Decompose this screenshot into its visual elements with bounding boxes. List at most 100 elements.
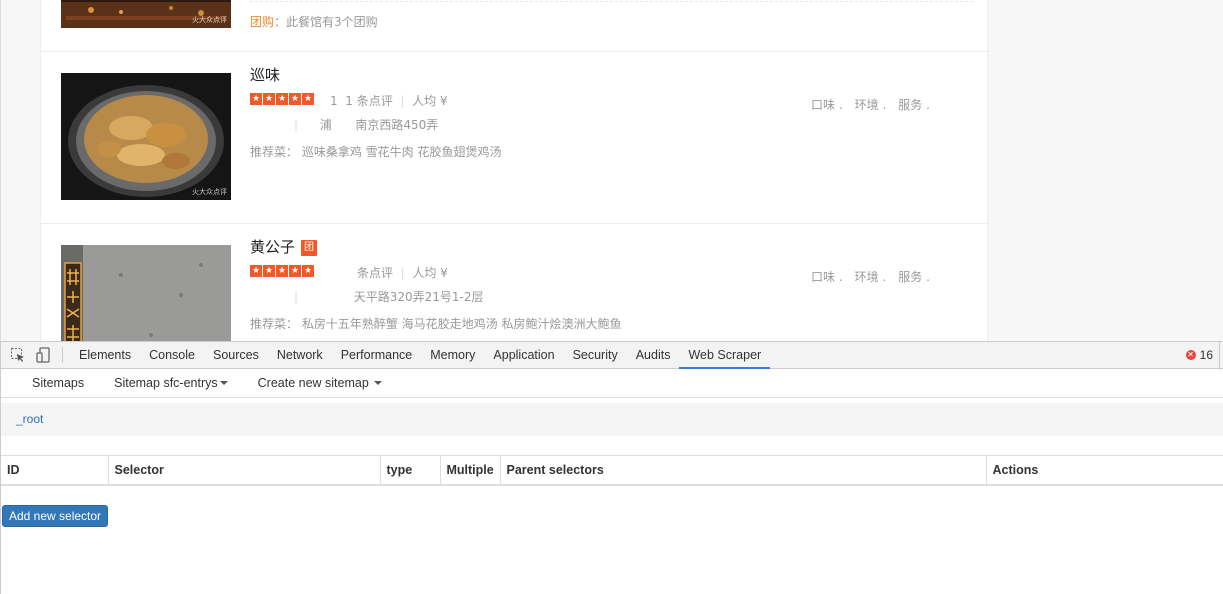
review-prefix: 1 <box>330 94 338 108</box>
review-info: 1 1 条点评 | 人均 ¥ <box>330 92 448 109</box>
score-breakdown: 口味 . 环境 . 服务 . <box>811 96 930 113</box>
recommended-dishes: 推荐菜： 私房十五年熟醉蟹 海马花胶走地鸡汤 私房鲍汁烩澳洲大鲍鱼 <box>250 315 621 332</box>
district[interactable]: 浦 <box>320 118 332 132</box>
scraper-nav: Sitemaps Sitemap sfc-entrys Create new s… <box>1 369 1223 398</box>
chevron-down-icon <box>219 381 228 385</box>
separator: | <box>396 94 409 108</box>
shop-item: ⽕大众点评 团购：此餐馆有3个团购 <box>41 0 989 52</box>
device-toggle-icon[interactable] <box>36 347 52 363</box>
score-service: 服务 . <box>898 98 930 112</box>
avg-price: 人均 ¥ <box>412 266 448 280</box>
watermark: ⽕大众点评 <box>192 16 227 24</box>
shop-thumbnail[interactable]: ⽕大众点评 <box>61 0 231 28</box>
group-buy-text: ：此餐馆有3个团购 <box>274 15 378 29</box>
nav-sitemap-dropdown[interactable]: Sitemap sfc-entrys <box>114 376 228 390</box>
review-info: 条点评 | 人均 ¥ <box>357 264 448 281</box>
watermark: ⽕大众点评 <box>192 188 227 196</box>
score-taste: 口味 . <box>811 98 843 112</box>
shop-item: 黄公子团 ★ ★ ★ ★ ★ 条点评 | 人均 ¥ | 天平路320弄21号1-2层 推… <box>41 224 989 341</box>
star-rating: ★ ★ ★ ★ ★ <box>250 93 314 105</box>
error-counter[interactable]: ✕ 16 <box>1185 342 1221 370</box>
shop-thumbnail[interactable] <box>61 245 231 341</box>
separator: | <box>396 266 409 280</box>
shop-item: ⽕大众点评 巡味 ★ ★ ★ ★ ★ 1 1 条点评 | 人均 ¥ | 浦 南京西路45… <box>41 52 989 224</box>
score-env: 环境 . <box>854 98 887 112</box>
divider <box>250 1 973 2</box>
tab-performance[interactable]: Performance <box>332 342 422 369</box>
star-icon: ★ <box>276 93 288 105</box>
error-count: 16 <box>1199 348 1213 362</box>
address: 天平路320弄21号1-2层 <box>353 290 484 304</box>
col-parent-selectors: Parent selectors <box>499 455 986 486</box>
group-buy-label[interactable]: 团购 <box>250 15 274 29</box>
tab-console[interactable]: Console <box>140 342 204 369</box>
col-actions: Actions <box>985 455 1223 486</box>
shop-photo <box>61 73 231 200</box>
score-taste: 口味 . <box>811 270 843 284</box>
col-selector: Selector <box>107 455 380 486</box>
table-header-row: ID Selector type Multiple Parent selecto… <box>1 455 1223 486</box>
tab-elements[interactable]: Elements <box>70 342 140 369</box>
separator: | <box>294 290 299 304</box>
nav-create-label: Create new sitemap <box>257 376 369 390</box>
star-icon: ★ <box>302 265 314 277</box>
col-type: type <box>379 455 440 486</box>
shop-name-text: 黄公子 <box>250 238 296 256</box>
devtools-panel: Elements Console Sources Network Perform… <box>0 341 1223 594</box>
star-icon: ★ <box>263 265 275 277</box>
tab-network[interactable]: Network <box>268 342 332 369</box>
breadcrumb: _root <box>1 403 1223 436</box>
shop-name-text: 巡味 <box>250 66 281 84</box>
tab-memory[interactable]: Memory <box>421 342 484 369</box>
address-info: | 天平路320弄21号1-2层 <box>294 288 483 305</box>
separator: | <box>294 118 299 132</box>
shop-name[interactable]: 黄公子团 <box>250 236 318 257</box>
star-icon: ★ <box>302 93 314 105</box>
breadcrumb-root[interactable]: _root <box>16 412 43 426</box>
tab-sources[interactable]: Sources <box>204 342 268 369</box>
rec-dishes[interactable]: 巡味桑拿鸡 雪花牛肉 花胶鱼翅煲鸡汤 <box>302 145 502 159</box>
star-icon: ★ <box>250 265 262 277</box>
inspect-cursor-icon[interactable] <box>10 347 26 363</box>
avg-price: 人均 ¥ <box>412 94 448 108</box>
group-buy-badge[interactable]: 团 <box>301 240 318 256</box>
star-icon: ★ <box>276 265 288 277</box>
devtools-tabbar: Elements Console Sources Network Perform… <box>1 341 1223 370</box>
tab-application[interactable]: Application <box>484 342 563 369</box>
add-new-selector-button[interactable]: Add new selector <box>2 505 109 527</box>
score-service: 服务 . <box>898 270 930 284</box>
address: 南京西路450弄 <box>355 118 439 132</box>
rec-label: 推荐菜： <box>250 317 299 331</box>
shop-name[interactable]: 巡味 <box>250 64 280 85</box>
score-env: 环境 . <box>854 270 887 284</box>
star-icon: ★ <box>250 93 262 105</box>
col-multiple: Multiple <box>439 455 500 486</box>
nav-sitemap-label: Sitemap sfc-entrys <box>114 376 218 390</box>
group-buy-info: 团购：此餐馆有3个团购 <box>250 13 378 30</box>
nav-sitemaps[interactable]: Sitemaps <box>32 376 84 390</box>
tab-audits[interactable]: Audits <box>627 342 680 369</box>
web-page-viewport: ⽕大众点评 团购：此餐馆有3个团购 ⽕大众点评 巡味 ★ ★ ★ ★ ★ 1 1… <box>0 0 1223 341</box>
tab-web-scraper[interactable]: Web Scraper <box>679 342 771 369</box>
star-rating: ★ ★ ★ ★ ★ <box>250 265 314 277</box>
star-icon: ★ <box>289 265 301 277</box>
nav-create-sitemap[interactable]: Create new sitemap <box>258 376 383 390</box>
rec-dishes[interactable]: 私房十五年熟醉蟹 海马花胶走地鸡汤 私房鲍汁烩澳洲大鲍鱼 <box>302 317 622 331</box>
shop-photo <box>61 245 231 341</box>
recommended-dishes: 推荐菜： 巡味桑拿鸡 雪花牛肉 花胶鱼翅煲鸡汤 <box>250 143 501 160</box>
error-icon: ✕ <box>1185 350 1196 360</box>
selector-table: ID Selector type Multiple Parent selecto… <box>1 455 1223 486</box>
tab-security[interactable]: Security <box>564 342 627 369</box>
chevron-down-icon <box>374 381 383 385</box>
col-id: ID <box>1 455 108 486</box>
address-info: | 浦 南京西路450弄 <box>294 116 438 133</box>
star-icon: ★ <box>289 93 301 105</box>
review-count[interactable]: 条点评 <box>357 266 393 280</box>
score-breakdown: 口味 . 环境 . 服务 . <box>811 268 930 285</box>
shop-list: ⽕大众点评 团购：此餐馆有3个团购 ⽕大众点评 巡味 ★ ★ ★ ★ ★ 1 1… <box>40 0 989 341</box>
rec-label: 推荐菜： <box>250 145 299 159</box>
toolbar-divider <box>62 347 63 363</box>
review-count[interactable]: 1 条点评 <box>345 94 392 108</box>
shop-thumbnail[interactable]: ⽕大众点评 <box>61 73 231 200</box>
star-icon: ★ <box>263 93 275 105</box>
